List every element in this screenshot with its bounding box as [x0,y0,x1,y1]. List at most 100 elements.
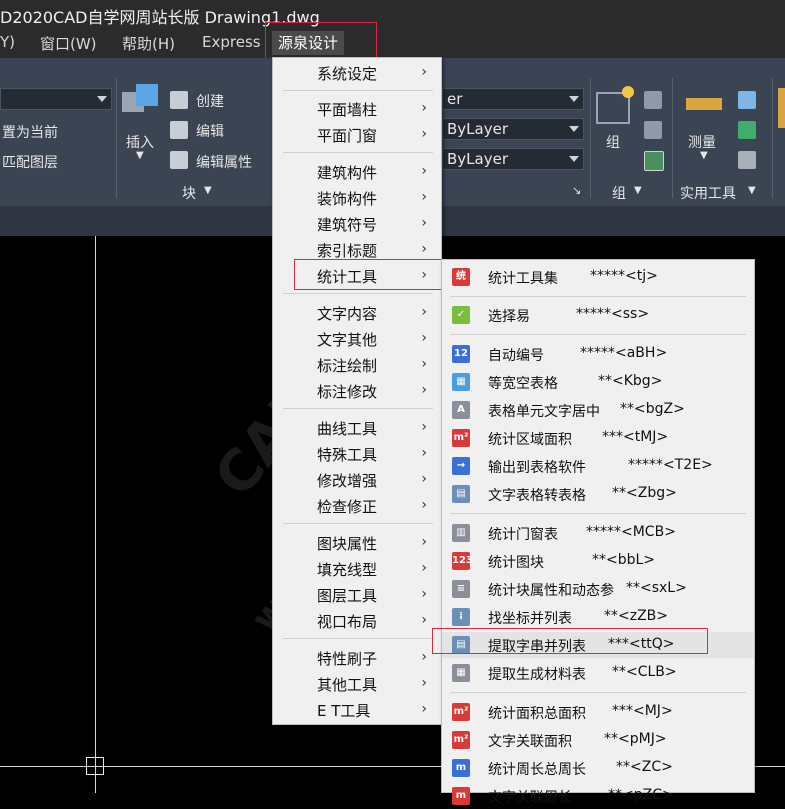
menu-item-building-symbols[interactable]: 建筑符号 › [273,212,441,236]
properties-launcher-icon[interactable]: ↘ [572,184,581,197]
ungroup-icon[interactable] [644,91,662,109]
menu-item-viewport-layout[interactable]: 视口布局 › [273,609,441,633]
submenu-item-linked-perimeter[interactable]: m 文字关联周长 **<pZC> [442,783,754,809]
menu-item-layer-tools[interactable]: 图层工具 › [273,583,441,607]
menu-item-et-tools[interactable]: E T工具 › [273,698,441,722]
menu-item-curve-tools[interactable]: 曲线工具 › [273,416,441,440]
material-table-icon: ▦ [452,664,470,682]
utilities-panel-chevron-icon[interactable]: ▼ [748,185,756,196]
menu-item-label: 文字内容 [317,305,378,323]
group-panel-title[interactable]: 组 [612,183,626,203]
chevron-down-icon [569,126,579,132]
chevron-right-icon: › [421,419,427,435]
group-button[interactable]: 组 [606,132,620,152]
group-select-icon[interactable] [644,151,664,171]
utilities-panel-title[interactable]: 实用工具 [680,183,736,203]
chevron-right-icon: › [421,64,427,80]
edit-attributes-icon [170,151,188,169]
group-icon[interactable] [596,86,634,124]
calculator-icon[interactable] [738,151,756,169]
menu-item-other-tools[interactable]: 其他工具 › [273,672,441,696]
menu-item-partial[interactable]: Y) [0,33,15,51]
create-block-button[interactable]: 创建 [196,91,224,111]
menu-item-plan-doors[interactable]: 平面门窗 › [273,123,441,147]
menu-item-label: 填充线型 [317,561,378,579]
submenu-item-door-window-table[interactable]: ▥ 统计门窗表 *****<MCB> [442,520,754,546]
menu-item-label: 标注修改 [317,383,378,401]
submenu-item-center-cell-text[interactable]: A 表格单元文字居中 **<bgZ> [442,397,754,423]
chevron-right-icon: › [421,471,427,487]
submenu-item-command: *****<MCB> [586,524,676,540]
block-panel-title[interactable]: 块 [182,183,196,203]
match-layer-button[interactable]: 匹配图层 [2,152,58,172]
menu-item-system-settings[interactable]: 系统设定 › [273,61,441,85]
measure-chevron-icon[interactable]: ▼ [700,150,708,161]
menu-item-express[interactable]: Express [202,33,261,51]
group-panel-chevron-icon[interactable]: ▼ [634,185,642,196]
submenu-item-region-area[interactable]: m² 统计区域面积 ***<tMJ> [442,425,754,451]
submenu-item-coordinate-list[interactable]: ⁞ 找坐标并列表 **<zZB> [442,604,754,630]
submenu-item-command: **<Kbg> [598,373,663,389]
menu-item-text-other[interactable]: 文字其他 › [273,327,441,351]
edit-block-button[interactable]: 编辑 [196,121,224,141]
menu-item-property-brush[interactable]: 特性刷子 › [273,646,441,670]
submenu-item-label: 提取生成材料表 [488,667,586,683]
submenu-item-command: *****<ss> [576,306,650,322]
menu-item-check-fix[interactable]: 检查修正 › [273,494,441,518]
measure-button[interactable]: 测量 [688,132,716,152]
menu-item-dimension-draw[interactable]: 标注绘制 › [273,353,441,377]
menu-item-special-tools[interactable]: 特殊工具 › [273,442,441,466]
menu-item-help[interactable]: 帮助(H) [122,33,175,54]
layer-properties-combo[interactable]: er [442,88,584,110]
lineweight-combo[interactable]: ByLayer [442,148,584,170]
quick-select-icon[interactable] [738,91,756,109]
submenu-item-total-area[interactable]: m² 统计面积总面积 ***<MJ> [442,699,754,725]
submenu-item-select-easy[interactable]: ✓ 选择易 *****<ss> [442,302,754,328]
submenu-item-equal-table[interactable]: ▦ 等宽空表格 **<Kbg> [442,369,754,395]
insert-chevron-icon[interactable]: ▼ [136,150,144,161]
insert-button[interactable]: 插入 [126,132,154,152]
menu-item-label: 图块属性 [317,535,378,553]
chevron-right-icon: › [421,586,427,602]
menu-item-block-attributes[interactable]: 图块属性 › [273,531,441,555]
group-edit-icon[interactable] [644,121,662,139]
layer-combo[interactable] [0,88,112,110]
edit-attributes-button[interactable]: 编辑属性 [196,152,252,172]
submenu-item-text-to-table[interactable]: ▤ 文字表格转表格 **<Zbg> [442,481,754,507]
menu-item-hatch-linetype[interactable]: 填充线型 › [273,557,441,581]
submenu-item-export-spreadsheet[interactable]: → 输出到表格软件 *****<T2E> [442,453,754,479]
chevron-right-icon: › [421,126,427,142]
submenu-item-count-blocks[interactable]: 123 统计图块 **<bbL> [442,548,754,574]
yuanquan-design-menu: 系统设定 › 平面墙柱 › 平面门窗 › 建筑构件 › 装饰构件 › 建筑符号 › 索引标题… [272,57,442,725]
submenu-item-total-perimeter[interactable]: m 统计周长总周长 **<ZC> [442,755,754,781]
submenu-item-linked-area[interactable]: m² 文字关联面积 **<pMJ> [442,727,754,753]
menu-item-text-content[interactable]: 文字内容 › [273,301,441,325]
select-all-icon[interactable] [738,121,756,139]
total-area-icon: m² [452,703,470,721]
highlight-box-extract [432,628,708,654]
menu-item-plan-walls[interactable]: 平面墙柱 › [273,97,441,121]
linetype-value: ByLayer [447,120,508,138]
submenu-item-material-table[interactable]: ▦ 提取生成材料表 **<CLB> [442,660,754,686]
menu-item-label: 检查修正 [317,498,378,516]
submenu-item-auto-number[interactable]: 12 自动编号 *****<aBH> [442,341,754,367]
chevron-right-icon: › [421,497,427,513]
menu-item-window[interactable]: 窗口(W) [40,33,97,54]
block-panel-chevron-icon[interactable]: ▼ [204,185,212,196]
door-window-icon: ▥ [452,524,470,542]
menu-item-modify-enhance[interactable]: 修改增强 › [273,468,441,492]
menu-item-building-components[interactable]: 建筑构件 › [273,160,441,184]
clipboard-icon[interactable] [778,88,785,128]
menu-item-label: 文字其他 [317,331,378,349]
insert-icon[interactable] [122,84,160,116]
chevron-right-icon: › [421,560,427,576]
menu-item-label: 建筑符号 [317,216,378,234]
measure-icon[interactable] [686,98,722,110]
menu-item-decor-components[interactable]: 装饰构件 › [273,186,441,210]
linetype-combo[interactable]: ByLayer [442,118,584,140]
submenu-item-stat-toolset[interactable]: 统 统计工具集 *****<tj> [442,264,754,290]
set-current-button[interactable]: 置为当前 [2,122,58,142]
menu-item-dimension-modify[interactable]: 标注修改 › [273,379,441,403]
submenu-item-block-attr-params[interactable]: ≡ 统计块属性和动态参 **<sxL> [442,576,754,602]
menu-item-label: E T工具 [317,702,371,720]
